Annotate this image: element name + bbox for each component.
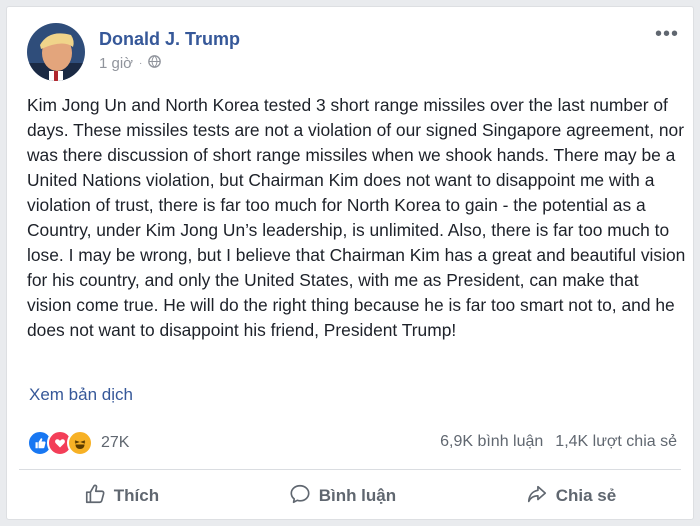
action-bar: Thích Bình luận Chia sẻ bbox=[19, 473, 681, 519]
engagement-stats: 6,9K bình luận 1,4K lượt chia sẻ bbox=[440, 433, 677, 451]
thumbs-up-icon bbox=[84, 483, 106, 510]
share-button-label: Chia sẻ bbox=[555, 486, 617, 505]
more-options-icon[interactable]: ••• bbox=[655, 24, 679, 44]
separator-dot: · bbox=[139, 58, 143, 69]
reaction-summary[interactable]: 27K bbox=[27, 430, 129, 456]
share-icon bbox=[526, 483, 548, 510]
comment-icon bbox=[289, 483, 311, 510]
share-count[interactable]: 1,4K lượt chia sẻ bbox=[555, 433, 677, 451]
post-meta: 1 giờ · bbox=[99, 55, 162, 72]
globe-icon bbox=[148, 55, 162, 72]
post-text: Kim Jong Un and North Korea tested 3 sho… bbox=[27, 95, 686, 340]
like-button[interactable]: Thích bbox=[84, 483, 159, 510]
share-button[interactable]: Chia sẻ bbox=[526, 483, 616, 510]
author-avatar[interactable] bbox=[27, 23, 85, 81]
author-name[interactable]: Donald J. Trump bbox=[99, 29, 240, 50]
haha-icon bbox=[67, 430, 93, 456]
post-time[interactable]: 1 giờ bbox=[99, 55, 133, 72]
divider bbox=[19, 469, 681, 470]
post-card: Donald J. Trump 1 giờ · ••• Kim Jong Un … bbox=[6, 6, 694, 520]
translate-link[interactable]: Xem bản dịch bbox=[29, 385, 133, 405]
comment-count[interactable]: 6,9K bình luận bbox=[440, 433, 543, 451]
comment-button-label: Bình luận bbox=[318, 486, 397, 505]
like-button-label: Thích bbox=[113, 486, 160, 505]
comment-button[interactable]: Bình luận bbox=[289, 483, 396, 510]
reaction-count[interactable]: 27K bbox=[101, 434, 129, 452]
